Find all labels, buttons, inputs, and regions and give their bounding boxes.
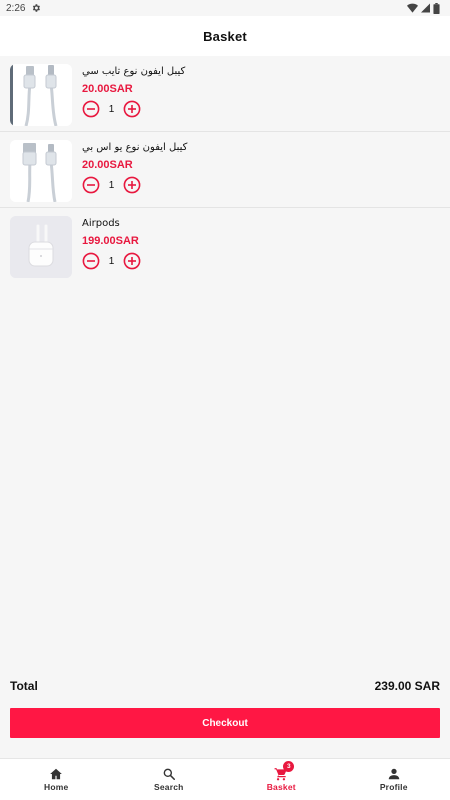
settings-icon <box>33 4 41 12</box>
minus-circle-icon <box>82 252 100 270</box>
plus-circle-icon <box>123 176 141 194</box>
quantity-stepper: 1 <box>82 176 187 194</box>
page-title: Basket <box>203 28 247 44</box>
increase-quantity-button[interactable] <box>123 176 141 194</box>
bottom-nav: Home Search 3 Basket Profile <box>0 758 450 800</box>
minus-circle-icon <box>82 176 100 194</box>
decrease-quantity-button[interactable] <box>82 100 100 118</box>
nav-item-search[interactable]: Search <box>113 759 226 800</box>
quantity-value: 1 <box>108 179 115 191</box>
total-label: Total <box>10 679 38 693</box>
cart-count-badge: 3 <box>283 761 295 772</box>
item-price: 20.00SAR <box>82 159 133 171</box>
minus-circle-icon <box>82 100 100 118</box>
nav-label: Home <box>44 782 69 792</box>
cable-usb-c-image <box>10 64 72 126</box>
nav-label: Search <box>153 782 184 792</box>
plus-circle-icon <box>123 252 141 270</box>
status-bar: 2:26 <box>0 0 450 16</box>
nav-item-home[interactable]: Home <box>0 759 113 800</box>
person-icon <box>388 768 399 780</box>
item-name: كيبل ايفون نوع يو اس بي <box>82 142 188 153</box>
home-icon <box>50 768 63 780</box>
total-row: Total 239.00 SAR <box>10 676 440 696</box>
wifi-icon <box>407 3 418 13</box>
cable-usb-a-image <box>10 140 72 202</box>
quantity-value: 1 <box>108 255 115 267</box>
status-time: 2:26 <box>6 2 26 14</box>
cart-list: كيبل ايفون نوع تايب سي 20.00SAR 1 كيبل ا… <box>0 56 450 284</box>
nav-item-profile[interactable]: Profile <box>338 759 450 800</box>
checkout-button[interactable]: Checkout <box>10 708 440 738</box>
quantity-value: 1 <box>108 103 115 115</box>
item-price: 20.00SAR <box>82 83 133 95</box>
item-price: 199.00SAR <box>82 235 139 247</box>
cart-item[interactable]: كيبل ايفون نوع يو اس بي 20.00SAR 1 <box>0 132 450 208</box>
airpods-image <box>10 216 72 278</box>
cart-item[interactable]: Airpods 199.00SAR 1 <box>0 208 450 284</box>
nav-label: Basket <box>266 782 296 792</box>
plus-circle-icon <box>123 100 141 118</box>
item-name: Airpods <box>82 218 120 229</box>
cart-icon-wrapper: 3 <box>274 761 295 781</box>
battery-icon <box>433 2 440 14</box>
search-icon <box>163 768 175 781</box>
app-header: Basket <box>0 16 450 56</box>
increase-quantity-button[interactable] <box>123 100 141 118</box>
nav-label: Profile <box>379 782 408 792</box>
signal-icon <box>421 3 430 13</box>
decrease-quantity-button[interactable] <box>82 252 100 270</box>
increase-quantity-button[interactable] <box>123 252 141 270</box>
nav-item-basket[interactable]: 3 Basket <box>225 759 338 800</box>
cart-item[interactable]: كيبل ايفون نوع تايب سي 20.00SAR 1 <box>0 56 450 132</box>
item-name: كيبل ايفون نوع تايب سي <box>82 66 186 77</box>
total-value: 239.00 SAR <box>374 679 440 693</box>
quantity-stepper: 1 <box>82 252 141 270</box>
quantity-stepper: 1 <box>82 100 185 118</box>
decrease-quantity-button[interactable] <box>82 176 100 194</box>
